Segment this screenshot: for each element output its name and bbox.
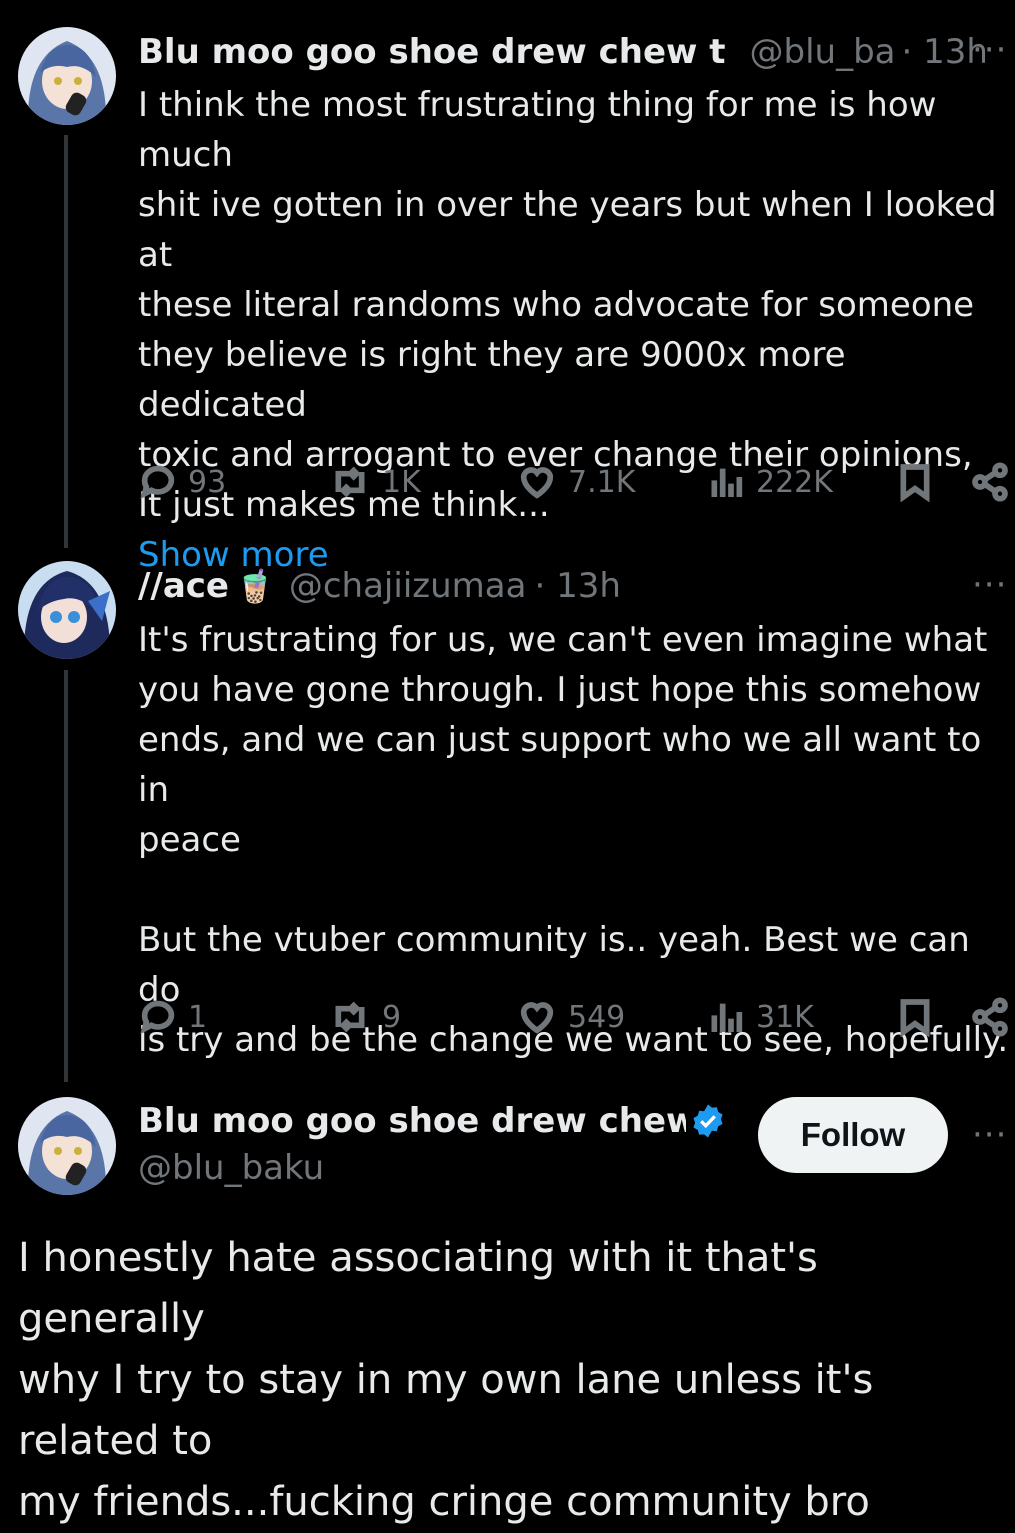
- views-icon: [711, 1003, 743, 1032]
- views-count: 222K: [756, 464, 833, 500]
- tweet-time[interactable]: · 13h: [534, 566, 620, 606]
- bookmark-icon: [900, 464, 930, 502]
- thread-line: [64, 670, 68, 1082]
- author-name[interactable]: Blu moo goo shoe drew chew tr: [138, 1101, 686, 1141]
- avatar-image: [18, 561, 116, 659]
- avatar-blu[interactable]: [18, 27, 116, 125]
- like-count: 549: [568, 999, 626, 1035]
- like-count: 7.1K: [568, 464, 636, 500]
- avatar-image: [18, 1097, 116, 1195]
- tweet-text-line: I think the most frustrating thing for m…: [138, 85, 948, 175]
- avatar-ace[interactable]: [18, 561, 116, 659]
- repost-count: 9: [382, 999, 402, 1035]
- tweet-text-line: these literal randoms who advocate for s…: [138, 285, 975, 325]
- tweet-text-line: they believe is right they are 9000x mor…: [138, 335, 857, 425]
- bookmark-button[interactable]: [895, 997, 935, 1037]
- tweet-text-line: my friends...fucking cringe community br…: [18, 1479, 870, 1525]
- tweet-text-line: It's frustrating for us, we can't even i…: [138, 620, 988, 660]
- tweet1-body: I think the most frustrating thing for m…: [138, 80, 1013, 580]
- verified-badge-icon: [693, 1104, 723, 1138]
- views-button[interactable]: 222K: [706, 462, 833, 502]
- repost-button[interactable]: 9: [328, 997, 401, 1037]
- share-button[interactable]: [970, 997, 1010, 1037]
- reply-count: 1: [188, 999, 208, 1035]
- tweet-text-line: shit ive gotten in over the years but wh…: [138, 185, 1008, 275]
- main-tweet-body: I honestly hate associating with it that…: [18, 1228, 1013, 1533]
- views-icon: [711, 468, 743, 497]
- share-icon: [972, 997, 1008, 1037]
- tweet-text-line: [138, 865, 1013, 915]
- tweet2-header: //ace 🧋 @chajiizumaa · 13h: [138, 562, 958, 610]
- repost-icon: [335, 466, 365, 498]
- bookmark-icon: [900, 999, 930, 1037]
- reply-icon: [140, 1000, 175, 1034]
- views-button[interactable]: 31K: [706, 997, 814, 1037]
- follow-button[interactable]: Follow: [758, 1097, 948, 1173]
- reply-icon: [140, 465, 175, 499]
- tweet-text-line: I honestly hate associating with it that…: [18, 1235, 831, 1342]
- tweet-text-line: you have gone through. I just hope this …: [138, 670, 982, 710]
- like-button[interactable]: 7.1K: [516, 462, 635, 502]
- tweet-text-line: why I try to stay in my own lane unless …: [18, 1357, 887, 1464]
- reply-count: 93: [188, 464, 227, 500]
- share-button[interactable]: [970, 462, 1010, 502]
- boba-emoji: 🧋: [235, 567, 275, 605]
- avatar-blu[interactable]: [18, 1097, 116, 1195]
- repost-icon: [335, 1001, 365, 1033]
- tweet-text-line: peace: [138, 820, 241, 860]
- repost-count: 1K: [382, 464, 421, 500]
- like-button[interactable]: 549: [516, 997, 625, 1037]
- views-count: 31K: [756, 999, 814, 1035]
- more-options-icon[interactable]: ···: [972, 30, 1007, 70]
- author-handle[interactable]: @blu_ba: [750, 32, 896, 72]
- tweet1-header: Blu moo goo shoe drew chew t @blu_ba · 1…: [138, 28, 988, 76]
- share-icon: [972, 462, 1008, 502]
- reply-button[interactable]: 1: [138, 997, 207, 1037]
- heart-icon: [520, 1002, 554, 1034]
- repost-button[interactable]: 1K: [328, 462, 421, 502]
- author-handle[interactable]: @chajiizumaa: [289, 566, 527, 606]
- thread-line: [64, 135, 68, 548]
- reply-button[interactable]: 93: [138, 462, 226, 502]
- avatar-image: [18, 27, 116, 125]
- bookmark-button[interactable]: [895, 462, 935, 502]
- author-name[interactable]: Blu moo goo shoe drew chew t: [138, 32, 726, 72]
- heart-icon: [520, 467, 554, 499]
- main-tweet-header: Blu moo goo shoe drew chew tr: [138, 1097, 738, 1145]
- more-options-icon[interactable]: ···: [972, 1115, 1007, 1155]
- more-options-icon[interactable]: ···: [972, 565, 1007, 605]
- author-name[interactable]: //ace: [138, 566, 229, 606]
- author-handle[interactable]: @blu_baku: [138, 1148, 324, 1188]
- tweet-text-line: ends, and we can just support who we all…: [138, 720, 993, 810]
